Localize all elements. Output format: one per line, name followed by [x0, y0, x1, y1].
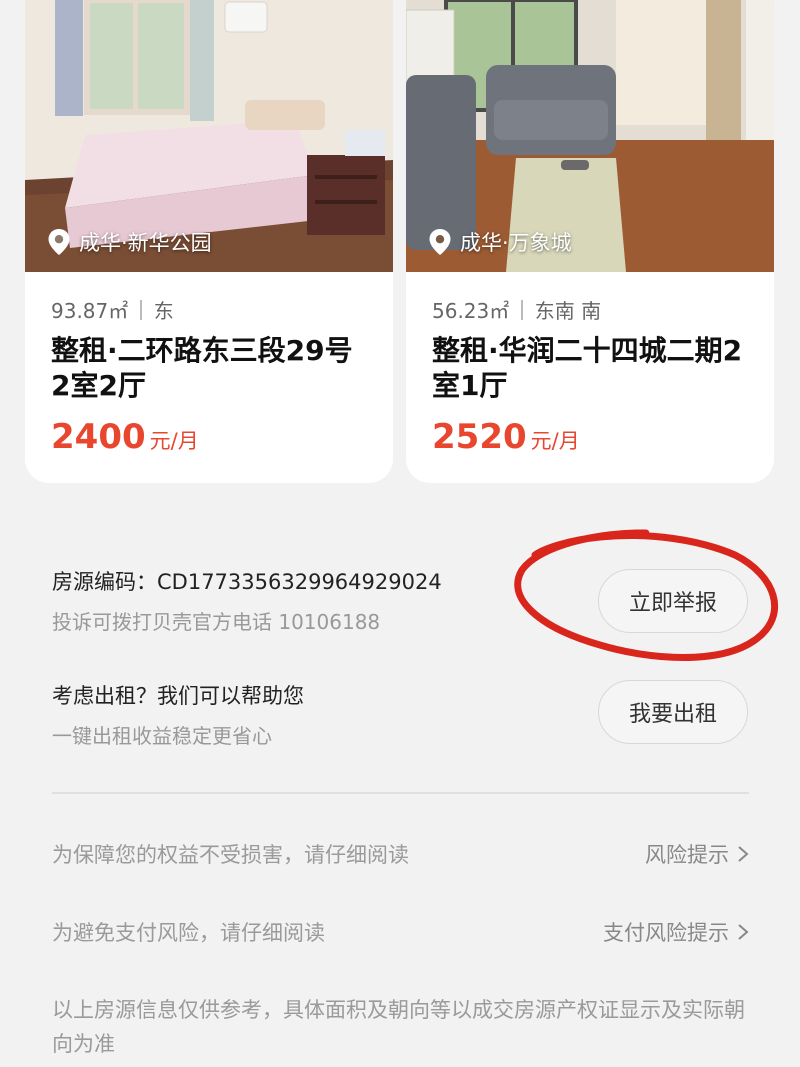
- risk-notice-link-label: 风险提示: [645, 843, 729, 867]
- disclaimer-text: 以上房源信息仅供参考，具体面积及朝向等以成交房源产权证显示及实际朝向为准: [52, 998, 745, 1056]
- listing-price: 2400 元/月: [51, 417, 199, 457]
- listing-photo-bedroom[interactable]: 成华·新华公园: [25, 0, 393, 272]
- listing-location-text: 成华·万象城: [460, 231, 572, 255]
- listing-orientation: 东: [153, 299, 174, 323]
- rent-out-button[interactable]: 我要出租: [598, 680, 748, 744]
- chevron-right-icon: [738, 924, 749, 940]
- listing-price: 2520 元/月: [432, 417, 580, 457]
- listing-price-value: 2520: [432, 417, 527, 457]
- risk-notice-row: 为保障您的权益不受损害，请仔细阅读 风险提示: [52, 834, 749, 874]
- listing-meta: 93.87㎡ 东: [51, 295, 174, 324]
- listing-cards: 成华·新华公园 93.87㎡ 东 整租·二环路东三段29号2室2厅 2400 元…: [25, 0, 775, 483]
- listing-area: 93.87㎡: [51, 299, 129, 323]
- listing-location: 成华·万象城: [428, 227, 572, 257]
- payment-notice-row: 为避免支付风险，请仔细阅读 支付风险提示: [52, 912, 749, 952]
- payment-notice-link[interactable]: 支付风险提示: [603, 917, 749, 947]
- payment-notice-link-label: 支付风险提示: [603, 921, 729, 945]
- risk-notice-link[interactable]: 风险提示: [645, 839, 749, 869]
- listing-price-unit: 元/月: [149, 429, 199, 453]
- listing-title[interactable]: 整租·二环路东三段29号2室2厅: [51, 333, 371, 403]
- payment-notice-text: 为避免支付风险，请仔细阅读: [52, 921, 325, 945]
- chevron-right-icon: [738, 846, 749, 862]
- listing-location-text: 成华·新华公园: [79, 231, 212, 255]
- risk-notice-text: 为保障您的权益不受损害，请仔细阅读: [52, 843, 409, 867]
- listing-area: 56.23㎡: [432, 299, 510, 323]
- listing-card-1[interactable]: 成华·新华公园 93.87㎡ 东 整租·二环路东三段29号2室2厅 2400 元…: [25, 0, 393, 483]
- location-pin-icon: [48, 229, 70, 255]
- listing-location: 成华·新华公园: [47, 227, 212, 257]
- listing-title[interactable]: 整租·华润二十四城二期2室1厅: [432, 333, 752, 403]
- listing-price-unit: 元/月: [530, 429, 580, 453]
- listing-orientation: 东南 南: [534, 299, 602, 323]
- listing-meta: 56.23㎡ 东南 南: [432, 295, 601, 324]
- meta-divider: [140, 299, 142, 320]
- section-divider: [52, 792, 749, 794]
- location-pin-icon: [429, 229, 451, 255]
- meta-divider: [521, 299, 523, 320]
- listing-photo-living-room[interactable]: 成华·万象城: [406, 0, 774, 272]
- listing-card-2[interactable]: 成华·万象城 56.23㎡ 东南 南 整租·华润二十四城二期2室1厅 2520 …: [406, 0, 774, 483]
- listing-price-value: 2400: [51, 417, 146, 457]
- report-button[interactable]: 立即举报: [598, 569, 748, 633]
